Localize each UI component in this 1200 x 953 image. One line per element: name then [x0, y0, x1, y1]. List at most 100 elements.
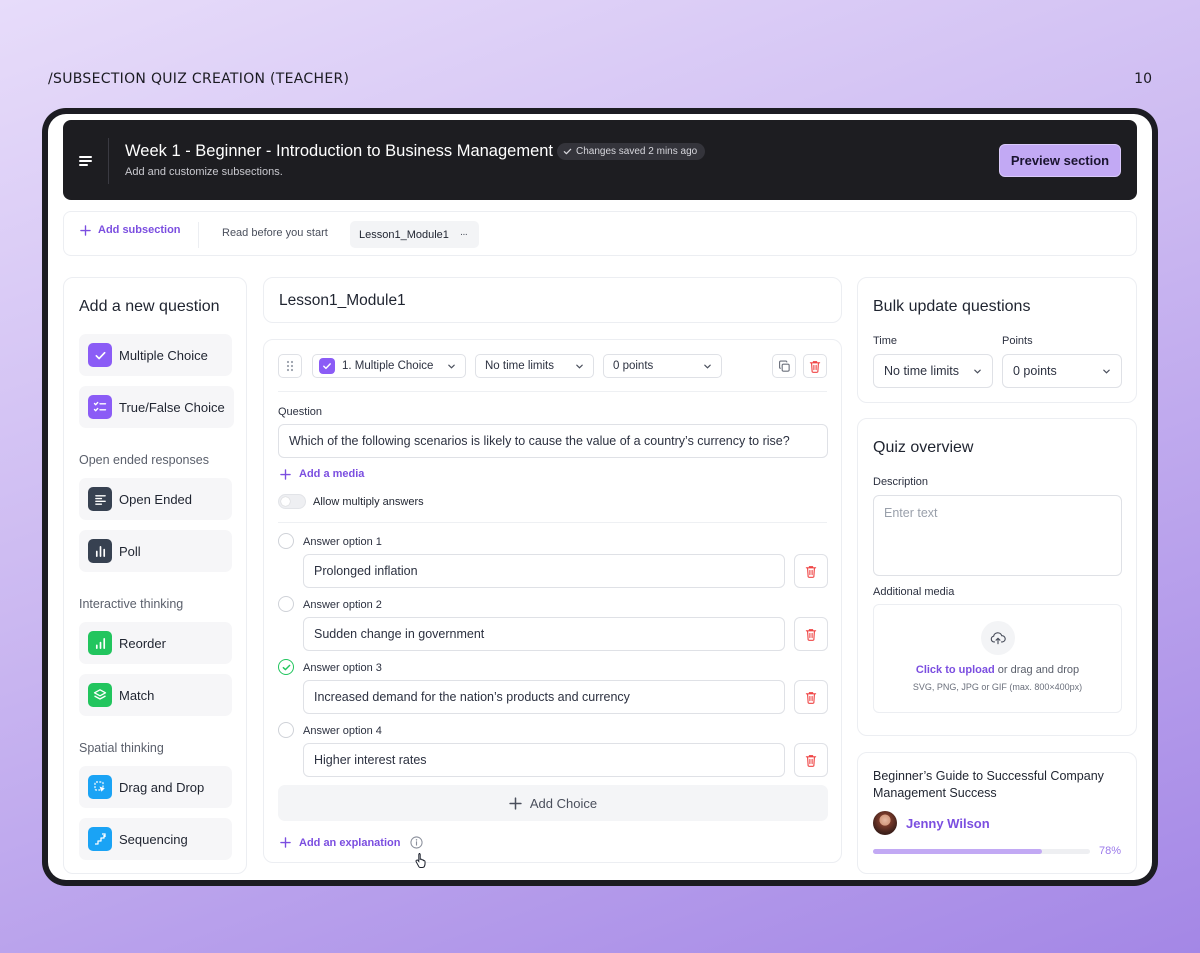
drag-drop-icon: [88, 775, 112, 799]
delete-option-button[interactable]: [794, 680, 828, 714]
checkbox-icon: [88, 343, 112, 367]
tab-lesson-label: Lesson1_Module1: [359, 228, 449, 241]
panel-title: Quiz overview: [873, 439, 974, 456]
correct-answer-radio-checked[interactable]: [278, 659, 294, 675]
question-type-select[interactable]: 1. Multiple Choice: [312, 354, 466, 378]
points-value: 0 points: [613, 360, 654, 372]
delete-option-button[interactable]: [794, 554, 828, 588]
divider: [278, 522, 827, 523]
hamburger-icon: [79, 156, 92, 166]
question-type-label: Multiple Choice: [119, 347, 208, 363]
delete-option-button[interactable]: [794, 743, 828, 777]
avatar: [873, 811, 897, 835]
correct-answer-radio[interactable]: [278, 533, 294, 549]
chevron-down-icon: [1103, 369, 1110, 374]
more-options-icon[interactable]: ···: [460, 229, 468, 240]
question-type-reorder[interactable]: Reorder: [79, 622, 232, 664]
progress-percent: 78%: [1098, 845, 1121, 857]
points-select[interactable]: 0 points: [603, 354, 722, 378]
course-card: Beginner’s Guide to Successful Company M…: [857, 752, 1137, 874]
subsection-tabs-bar: Add subsection Read before you start Les…: [63, 211, 1137, 256]
upload-cloud-icon: [981, 621, 1015, 655]
bulk-update-panel: Bulk update questions Time Points No tim…: [857, 277, 1137, 403]
description-textarea[interactable]: Enter text: [873, 495, 1122, 576]
question-type-multiple-choice[interactable]: Multiple Choice: [79, 334, 232, 376]
question-types-panel: Add a new question Multiple Choice True/…: [63, 277, 247, 874]
quiz-overview-panel: Quiz overview Description Enter text Add…: [857, 418, 1137, 736]
page-title: Week 1 - Beginner - Introduction to Busi…: [125, 142, 554, 160]
progress-bar: [873, 849, 1090, 854]
bulk-points-value: 0 points: [1013, 364, 1057, 378]
top-header: Week 1 - Beginner - Introduction to Busi…: [63, 120, 1137, 200]
author-name[interactable]: Jenny Wilson: [906, 816, 990, 831]
answer-option-input[interactable]: Prolonged inflation: [303, 554, 785, 588]
bulk-points-select[interactable]: 0 points: [1002, 354, 1122, 388]
duplicate-question-button[interactable]: [772, 354, 796, 378]
delete-option-button[interactable]: [794, 617, 828, 651]
time-limit-select[interactable]: No time limits: [475, 354, 594, 378]
question-type-label: Poll: [119, 543, 141, 559]
answer-option-label: Answer option 4: [303, 725, 382, 737]
time-label: Time: [873, 335, 898, 347]
bar-chart-icon: [88, 539, 112, 563]
question-type-open-ended[interactable]: Open Ended: [79, 478, 232, 520]
add-explanation-button[interactable]: Add an explanation: [280, 836, 424, 849]
question-type-match[interactable]: Match: [79, 674, 232, 716]
question-type-drag-and-drop[interactable]: Drag and Drop: [79, 766, 232, 808]
add-subsection-label: Add subsection: [98, 224, 181, 236]
divider: [198, 222, 199, 248]
question-type-label: Reorder: [119, 635, 166, 651]
preview-section-button[interactable]: Preview section: [999, 144, 1121, 177]
plus-icon: [80, 224, 91, 236]
tab-lesson1-module1[interactable]: Lesson1_Module1 ···: [350, 221, 479, 248]
panel-title: Bulk update questions: [873, 298, 1031, 315]
drag-handle-icon: [286, 360, 294, 372]
question-type-label: True/False Choice: [119, 399, 225, 415]
trash-icon: [805, 691, 817, 704]
add-media-label: Add a media: [299, 468, 365, 480]
answer-option-input[interactable]: Increased demand for the nation’s produc…: [303, 680, 785, 714]
lesson-title-card: Lesson1_Module1: [263, 277, 842, 323]
stairs-icon: [88, 827, 112, 851]
chevron-down-icon: [576, 364, 583, 369]
additional-media-label: Additional media: [873, 586, 955, 598]
add-subsection-button[interactable]: Add subsection: [80, 224, 181, 236]
menu-button[interactable]: [63, 138, 109, 184]
question-input[interactable]: Which of the following scenarios is like…: [278, 424, 828, 458]
check-icon: [563, 148, 572, 155]
group-heading: Interactive thinking: [79, 597, 184, 611]
progress-fill: [873, 849, 1043, 854]
question-type-true-false[interactable]: True/False Choice: [79, 386, 234, 428]
hand-pointer-cursor-icon: [415, 853, 426, 868]
question-type-poll[interactable]: Poll: [79, 530, 232, 572]
add-choice-label: Add Choice: [529, 795, 598, 811]
answer-option-input[interactable]: Sudden change in government: [303, 617, 785, 651]
delete-question-button[interactable]: [803, 354, 827, 378]
question-editor: 1. Multiple Choice No time limits 0 poin…: [263, 339, 842, 863]
media-upload-dropzone[interactable]: Click to upload or drag and drop SVG, PN…: [873, 604, 1122, 713]
question-type-label: Sequencing: [119, 831, 188, 847]
page-caption: /SUBSECTION QUIZ CREATION (TEACHER): [48, 71, 350, 87]
answer-option-label: Answer option 1: [303, 536, 382, 548]
page-subtitle: Add and customize subsections.: [125, 166, 283, 178]
answer-option-input[interactable]: Higher interest rates: [303, 743, 785, 777]
chevron-down-icon: [974, 369, 981, 374]
add-choice-button[interactable]: Add Choice: [278, 785, 828, 821]
question-type-label: Drag and Drop: [119, 779, 205, 795]
bulk-time-select[interactable]: No time limits: [873, 354, 993, 388]
tab-read-before-you-start[interactable]: Read before you start: [222, 227, 328, 239]
correct-answer-radio[interactable]: [278, 596, 294, 612]
plus-icon: [280, 468, 291, 480]
drag-handle[interactable]: [278, 354, 302, 378]
upload-instructions: Click to upload or drag and drop: [874, 664, 1121, 676]
allow-multiple-toggle[interactable]: [278, 494, 306, 509]
add-media-button[interactable]: Add a media: [280, 468, 364, 480]
question-type-value: 1. Multiple Choice: [342, 360, 434, 372]
info-icon[interactable]: [410, 836, 424, 849]
add-explanation-label: Add an explanation: [299, 836, 401, 849]
answer-option-label: Answer option 3: [303, 662, 382, 674]
correct-answer-radio[interactable]: [278, 722, 294, 738]
trash-icon: [805, 754, 817, 767]
click-to-upload-link[interactable]: Click to upload: [916, 664, 995, 676]
question-type-sequencing[interactable]: Sequencing: [79, 818, 232, 860]
